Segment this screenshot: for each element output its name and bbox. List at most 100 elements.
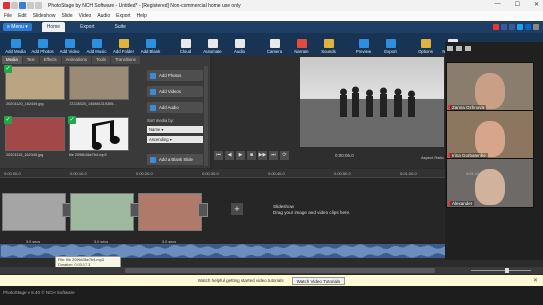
timeline-clip-3[interactable] (138, 193, 202, 231)
sort-label: Sort media by: (147, 118, 174, 123)
like-icon[interactable] (509, 24, 515, 30)
menu-slideshow[interactable]: Slideshow (33, 13, 56, 19)
timeline-clip-2[interactable] (70, 193, 134, 231)
window-controls: — ☐ ✕ (495, 1, 539, 8)
infobar-close-button[interactable]: ✕ (533, 277, 538, 284)
youtube-icon[interactable] (493, 24, 499, 30)
loop-button[interactable]: ⟳ (280, 151, 289, 160)
save-icon[interactable] (19, 2, 26, 9)
ruler-tick-label: 0:00:40.0 (268, 171, 285, 176)
sort-field-select[interactable]: Name ▾ (147, 126, 203, 133)
tab-animations[interactable]: Animations (61, 56, 91, 64)
media-label-1: 20201120_162449.jpg (6, 102, 44, 106)
export-button[interactable]: Export (377, 33, 404, 55)
tab-text[interactable]: Text (22, 56, 39, 64)
media-thumb-2[interactable] (69, 66, 129, 100)
audio-button[interactable]: Audio (226, 33, 253, 55)
add-music-icon (91, 39, 102, 48)
facebook-icon[interactable] (501, 24, 507, 30)
maximize-button[interactable]: ☐ (515, 1, 520, 8)
aspect-ratio-label[interactable]: Aspect Ratio (421, 155, 444, 160)
ruler-tick-label: 0:00:00.0 (4, 171, 21, 176)
media-thumb-1[interactable]: ✓ (4, 65, 65, 100)
toolbar-label: Audio (234, 49, 245, 54)
toolbar-label: Options (418, 49, 433, 54)
participant-tile-2[interactable]: Irina Gorbatenko (446, 110, 534, 160)
media-scrollbar[interactable] (204, 66, 208, 166)
media-tabs: Media Text Effects Animations Tools Tran… (2, 56, 210, 64)
tab-home[interactable]: Home (41, 22, 66, 32)
narrate-button[interactable]: Narrate (288, 33, 315, 55)
automate-button[interactable]: Automate (199, 33, 226, 55)
app-window: PhotoStage by NCH Software - Untitled* -… (0, 0, 543, 305)
tab-export[interactable]: Export (75, 22, 99, 32)
grid-view-icon[interactable] (456, 45, 462, 51)
toolbar-label: Add Music (86, 49, 107, 54)
cloud-button[interactable]: Cloud (172, 33, 199, 55)
add-blank-button[interactable]: Add Blank (137, 33, 164, 55)
toolbar-label: Cloud (179, 49, 192, 54)
media-thumb-4[interactable]: ✓ (68, 116, 129, 151)
add-blank-slide-button[interactable]: Add a Blank Slide (147, 154, 203, 165)
new-file-icon[interactable] (11, 2, 18, 9)
social-links (493, 24, 539, 30)
undo-icon[interactable] (27, 2, 34, 9)
help-icon[interactable] (533, 24, 539, 30)
transition-slot[interactable] (198, 203, 208, 217)
skip-end-button[interactable]: ⏭ (269, 151, 278, 160)
zoom-knob[interactable] (505, 268, 509, 273)
preview-button[interactable]: Preview (350, 33, 377, 55)
twitter-icon[interactable] (517, 24, 523, 30)
status-bar: PhotoStage v 8.40 © NCH Software (0, 286, 543, 305)
add-photos-button[interactable]: Add Photos (29, 33, 56, 55)
camera-button[interactable]: Camera (261, 33, 288, 55)
redo-icon[interactable] (35, 2, 42, 9)
main-menu-button[interactable]: ≡ Menu ▾ (3, 23, 32, 31)
add-slide-button[interactable]: + (231, 203, 243, 215)
add-photos-button[interactable]: Add Photos (147, 70, 203, 81)
music-note-icon (91, 120, 120, 150)
tab-media[interactable]: Media (2, 56, 22, 64)
step-forward-button[interactable]: ▶▶ (258, 151, 267, 160)
tab-tools[interactable]: Tools (91, 56, 110, 64)
add-videos-button[interactable]: Add Videos (147, 86, 203, 97)
linkedin-icon[interactable] (525, 24, 531, 30)
menu-edit[interactable]: Edit (18, 13, 27, 19)
media-thumb-3[interactable]: ✓ (4, 116, 65, 151)
add-folder-icon (118, 39, 129, 48)
menu-audio[interactable]: Audio (97, 13, 110, 19)
watch-tutorials-button[interactable]: Watch Video Tutorials (291, 276, 346, 285)
close-button[interactable]: ✕ (534, 1, 539, 8)
play-button[interactable]: ▶ (236, 151, 245, 160)
timeline-ruler[interactable] (0, 169, 445, 178)
stop-button[interactable]: ■ (247, 151, 256, 160)
timeline-clip-1[interactable] (2, 193, 66, 231)
participant-tile-1[interactable]: Zanna Ozhnova (446, 62, 534, 112)
add-folder-button[interactable]: Add Folder (110, 33, 137, 55)
menu-video[interactable]: Video (79, 13, 92, 19)
add-media-button[interactable]: Add Media (2, 33, 29, 55)
zoom-slider[interactable] (465, 268, 540, 273)
skip-start-button[interactable]: ⏮ (214, 151, 223, 160)
options-button[interactable]: Options (412, 33, 439, 55)
timeline-scroll-thumb[interactable] (125, 268, 435, 273)
added-check-icon: ✓ (4, 116, 12, 124)
tab-effects[interactable]: Effects (39, 56, 61, 64)
menu-export[interactable]: Export (116, 13, 130, 19)
tab-suite[interactable]: Suite (110, 22, 131, 32)
menu-file[interactable]: File (4, 13, 12, 19)
add-music-button[interactable]: Add Music (83, 33, 110, 55)
step-back-button[interactable]: ◀ (225, 151, 234, 160)
menu-slide[interactable]: Slide (61, 13, 72, 19)
tab-transitions[interactable]: Transitions (110, 56, 140, 64)
menu-help[interactable]: Help (137, 13, 147, 19)
sort-order-select[interactable]: Ascending ▾ (147, 136, 203, 143)
timecode-display: 0:00:06.0 (335, 153, 354, 158)
add-audio-button[interactable]: Add Audio (147, 102, 203, 113)
add-video-button[interactable]: Add Video (56, 33, 83, 55)
sounds-button[interactable]: Sounds (315, 33, 342, 55)
participant-tile-3[interactable]: Alexander (446, 158, 534, 208)
minimize-button[interactable]: — (495, 1, 501, 8)
speaker-view-icon[interactable] (465, 45, 471, 51)
participants-icon[interactable] (447, 45, 453, 51)
